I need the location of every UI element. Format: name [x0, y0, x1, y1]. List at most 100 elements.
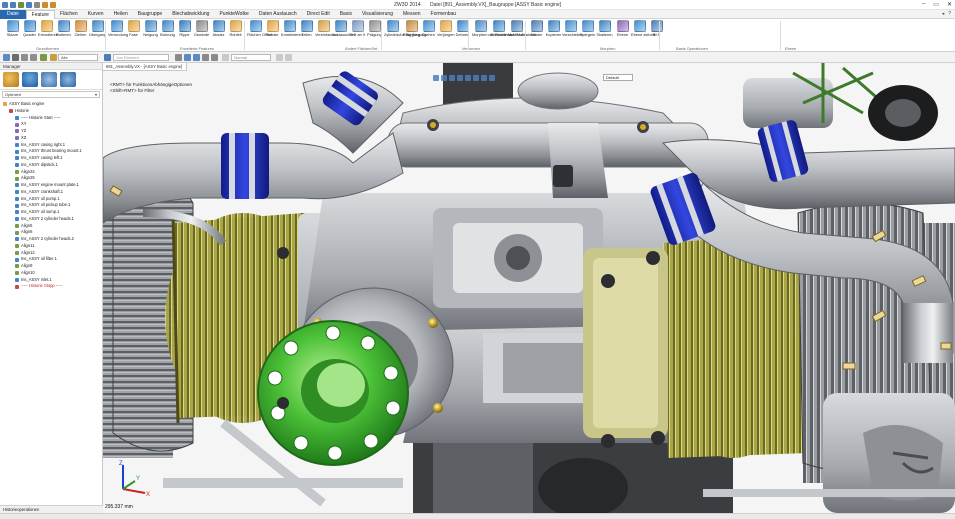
engine-model[interactable]: [103, 63, 955, 513]
tree-item[interactable]: Ins_ASSY dipstick.1: [0, 162, 102, 169]
filter-icon[interactable]: [50, 54, 57, 61]
tab-daten-austausch[interactable]: Daten Austausch: [254, 10, 302, 19]
help-icon[interactable]: ?: [948, 11, 951, 17]
tab-heilen[interactable]: Heilen: [109, 10, 133, 19]
ribbon-tool-muster-abwickel-[interactable]: Muster Abwickel.: [508, 20, 537, 37]
tree-item[interactable]: Ins_ASSY inlet.1: [0, 277, 102, 284]
ribbon-tool-schale[interactable]: Schale: [264, 20, 281, 37]
tab-blechabwicklung[interactable]: Blechabwicklung: [167, 10, 214, 19]
view-pan-icon[interactable]: [457, 75, 463, 81]
view-combo[interactable]: Default: [603, 74, 633, 81]
tree-item[interactable]: Ins_ASSY oil pump.1: [0, 196, 102, 203]
tree-item[interactable]: Align10: [0, 270, 102, 277]
tree-item[interactable]: Historie: [0, 108, 102, 115]
tree-item[interactable]: Align12: [0, 250, 102, 257]
view-mode-icon[interactable]: [222, 54, 229, 61]
tool-2-icon[interactable]: [184, 54, 191, 61]
ribbon-tool-verrundung[interactable]: Verrundung: [108, 20, 128, 37]
tab-datei[interactable]: Datei: [0, 9, 26, 19]
tool-6-icon[interactable]: [276, 54, 283, 61]
select-icon[interactable]: [3, 54, 10, 61]
element-input[interactable]: Von Element: [113, 54, 169, 61]
tree-item[interactable]: Ins_ASSY engine mount plate.1: [0, 182, 102, 189]
ribbon-tool-ziehen[interactable]: Ziehen: [72, 20, 89, 37]
tool-4-icon[interactable]: [202, 54, 209, 61]
tab-visualisierung[interactable]: Visualisierung: [357, 10, 398, 19]
tree-item[interactable]: ASSY Basic engine: [0, 101, 102, 108]
ribbon-tool-ring-biegung[interactable]: Ring Biegung: [403, 20, 426, 37]
layer-icon[interactable]: [40, 54, 47, 61]
view-zoom-icon[interactable]: [441, 75, 447, 81]
tree-item[interactable]: Align24: [0, 169, 102, 176]
history-manager-icon[interactable]: [3, 72, 19, 87]
back-arrow-icon[interactable]: [21, 54, 28, 61]
tree-item[interactable]: Ins_ASSY crankshaft.1: [0, 189, 102, 196]
ribbon-tool-verschieben[interactable]: Verschieben: [562, 20, 583, 37]
assembly-manager-icon[interactable]: [22, 72, 38, 87]
tree-item[interactable]: Align5: [0, 223, 102, 230]
tool-5-icon[interactable]: [211, 54, 218, 61]
ribbon-tool-absatz[interactable]: Absatz: [210, 20, 227, 37]
view-rotate-icon[interactable]: [449, 75, 455, 81]
ribbon-tool-gewinde[interactable]: Gewinde: [193, 20, 210, 37]
tree-item[interactable]: Align6: [0, 229, 102, 236]
tool-1-icon[interactable]: [175, 54, 182, 61]
tab-basis[interactable]: Basis: [335, 10, 357, 19]
view-mode-combo[interactable]: Normal: [231, 54, 271, 61]
tree-item[interactable]: Ins_ASSY oil sump.1: [0, 209, 102, 216]
tree-item[interactable]: Ins_ASSY thrust bearing mount.1: [0, 148, 102, 155]
manager-filter-select[interactable]: Optimiert: [2, 91, 100, 98]
ribbon-tool-rippe[interactable]: Rippe: [176, 20, 193, 37]
ribbon-tool-teilen[interactable]: Teilen: [298, 20, 315, 37]
tree-item[interactable]: Ins_ASSY 2 cylinder heads.1: [0, 216, 102, 223]
forward-arrow-icon[interactable]: [30, 54, 37, 61]
history-operations-bar[interactable]: Historieoperationen: [0, 505, 103, 513]
tab-kurven[interactable]: Kurven: [83, 10, 109, 19]
tree-item[interactable]: ----- Historie Start -----: [0, 115, 102, 122]
close-button[interactable]: ✕: [947, 1, 952, 8]
tool-7-icon[interactable]: [285, 54, 292, 61]
ribbon-tool-kopieren[interactable]: Kopieren: [545, 20, 562, 37]
ribbon-tool-zylindrische-biegung[interactable]: Zylindrische Biegung: [384, 20, 420, 37]
ribbon-tool-fase[interactable]: Fase: [125, 20, 142, 37]
tree-item[interactable]: Ins_ASSY casing right.1: [0, 142, 102, 149]
view-shade-icon[interactable]: [465, 75, 471, 81]
ribbon-tool-muster[interactable]: Muster: [528, 20, 545, 37]
prop-flange[interactable]: [257, 320, 409, 466]
view-wire-icon[interactable]: [473, 75, 479, 81]
view-manager-icon[interactable]: [41, 72, 57, 87]
tab-direct-edit[interactable]: Direct Edit: [302, 10, 335, 19]
layer-manager-icon[interactable]: [60, 72, 76, 87]
ribbon-tool-bks[interactable]: BKS: [648, 20, 665, 37]
snap-icon[interactable]: [104, 54, 111, 61]
ribbon-tool-teilt-an-x[interactable]: Teilt an X: [349, 20, 366, 37]
tree-item[interactable]: Align25: [0, 175, 102, 182]
3d-viewport[interactable]: 891_Assembly.VX - [ASSY Basic engine] <R…: [103, 63, 955, 513]
collapse-ribbon-icon[interactable]: ◂: [942, 11, 945, 17]
ribbon-tool-quader[interactable]: Quader: [21, 20, 38, 37]
ribbon-tool-skalieren[interactable]: Skalieren: [596, 20, 613, 37]
tree-item[interactable]: Ins_ASSY 2 cylinder heads.2: [0, 236, 102, 243]
tree-item[interactable]: Align9: [0, 263, 102, 270]
tab-formenbau[interactable]: Formenbau: [426, 10, 462, 19]
ribbon-tool-kombinieren[interactable]: Kombinieren: [281, 20, 303, 37]
tab-messen[interactable]: Messen: [398, 10, 426, 19]
tree-item[interactable]: XY: [0, 121, 102, 128]
view-section-icon[interactable]: [481, 75, 487, 81]
tree-item[interactable]: Ins_ASSY oil pickup tube.1: [0, 202, 102, 209]
tree-item[interactable]: XZ: [0, 135, 102, 142]
maximize-button[interactable]: ▭: [933, 1, 939, 8]
document-tab[interactable]: 891_Assembly.VX - [ASSY Basic engine]: [103, 63, 188, 71]
tab-baugruppe[interactable]: Baugruppe: [133, 10, 167, 19]
ribbon-tool-ebene[interactable]: Ebene: [614, 20, 631, 37]
tab-feature[interactable]: Feature: [25, 9, 55, 19]
tree-item[interactable]: Ins_ASSY oil filter.1: [0, 256, 102, 263]
filter-combo[interactable]: Alle: [58, 54, 98, 61]
ribbon-tool-rohteil[interactable]: Rohteil: [227, 20, 244, 37]
minimize-button[interactable]: –: [922, 1, 925, 8]
ribbon-tool-vereinfachen[interactable]: Vereinfachen: [315, 20, 338, 37]
ribbon-tool-neigung[interactable]: Neigung: [142, 20, 159, 37]
ribbon-tool-verjüngen[interactable]: Verjüngen: [437, 20, 455, 37]
tool-3-icon[interactable]: [193, 54, 200, 61]
ribbon-tool-übergang[interactable]: Übergang: [89, 20, 106, 37]
